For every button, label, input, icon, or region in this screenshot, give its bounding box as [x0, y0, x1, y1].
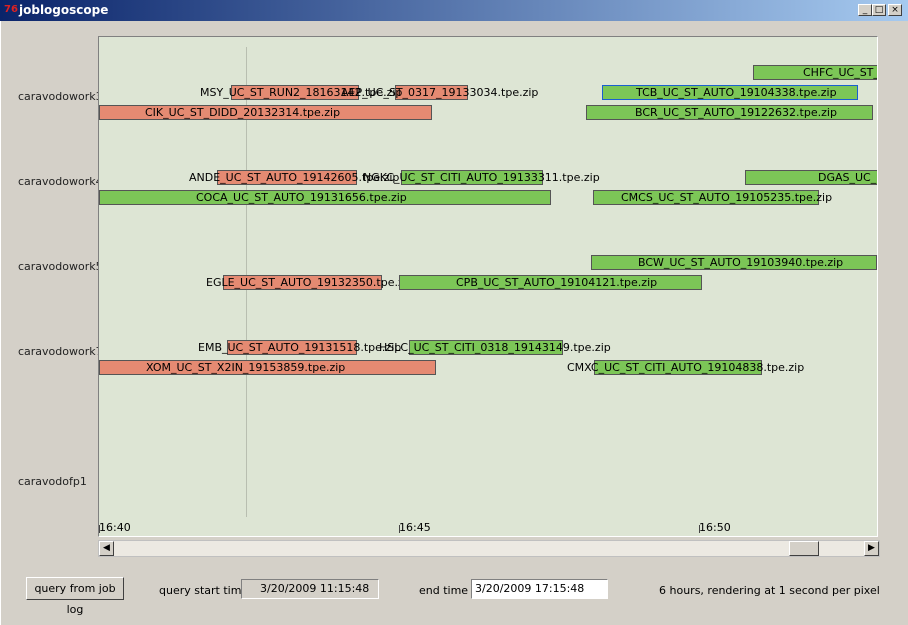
row-label: caravodowork4 — [18, 175, 103, 188]
end-time-field[interactable]: 3/20/2009 17:15:48 — [471, 579, 608, 599]
job-label: EMB_UC_ST_AUTO_19131518.tpe.zip — [198, 341, 402, 354]
timeline-plot[interactable]: CHFC_UC_ST_ MSY_UC_ST_RUN2_18163142.tpe.… — [98, 36, 878, 537]
axis-tick-label: 16:50 — [699, 521, 731, 534]
horizontal-scrollbar[interactable]: ◀ ▶ — [98, 540, 880, 557]
scroll-thumb[interactable] — [789, 541, 819, 556]
status-text: 6 hours, rendering at 1 second per pixel — [659, 584, 880, 597]
minimize-button[interactable]: _ — [858, 4, 872, 16]
title-bar[interactable]: 76 joblogoscope _ □ × — [0, 0, 908, 21]
job-label: BCW_UC_ST_AUTO_19103940.tpe.zip — [638, 256, 844, 269]
job-label: CHFC_UC_ST_ — [803, 66, 878, 79]
job-label: NGKC_UC_ST_CITI_AUTO_19133311.tpe.zip — [363, 171, 600, 184]
job-label: BCR_UC_ST_AUTO_19122632.tpe.zip — [635, 106, 837, 119]
job-label: CPB_UC_ST_AUTO_19104121.tpe.zip — [456, 276, 658, 289]
job-label: CMXC_UC_ST_CITI_AUTO_19104838.tpe.zip — [567, 361, 805, 374]
job-label: TCB_UC_ST_AUTO_19104338.tpe.zip — [636, 86, 837, 99]
axis-tick-label: 16:45 — [399, 521, 431, 534]
job-label: XOM_UC_ST_X2IN_19153859.tpe.zip — [146, 361, 346, 374]
close-button[interactable]: × — [888, 4, 902, 16]
row-label: caravodowork3 — [18, 90, 103, 103]
job-label: COCA_UC_ST_AUTO_19131656.tpe.zip — [196, 191, 407, 204]
job-label: CMCS_UC_ST_AUTO_19105235.tpe.zip — [621, 191, 833, 204]
maximize-button[interactable]: □ — [872, 4, 886, 16]
query-button[interactable]: query from job log — [26, 577, 124, 616]
job-label: HSLC_UC_ST_CITI_0318_19143149.tpe.zip — [379, 341, 611, 354]
job-label: DGAS_UC_ — [818, 171, 877, 184]
start-time-label: query start time — [159, 584, 249, 597]
row-label: caravodofp1 — [18, 475, 87, 488]
scroll-right-button[interactable]: ▶ — [864, 541, 879, 556]
row-label: caravodowork7 — [18, 345, 103, 358]
scroll-left-button[interactable]: ◀ — [99, 541, 114, 556]
start-time-field[interactable]: 3/20/2009 11:15:48 — [241, 579, 379, 599]
app-icon: 76 — [4, 4, 18, 15]
job-label: EGLE_UC_ST_AUTO_19132350.tpe.zip — [206, 276, 414, 289]
end-time-label: end time — [419, 584, 469, 597]
job-label: CIK_UC_ST_DIDD_20132314.tpe.zip — [145, 106, 341, 119]
job-label: AEP_UC_ST_0317_19133034.tpe.zip — [341, 86, 539, 99]
axis-tick-label: 16:40 — [99, 521, 131, 534]
row-label: caravodowork5 — [18, 260, 103, 273]
window-title: joblogoscope — [19, 3, 109, 17]
